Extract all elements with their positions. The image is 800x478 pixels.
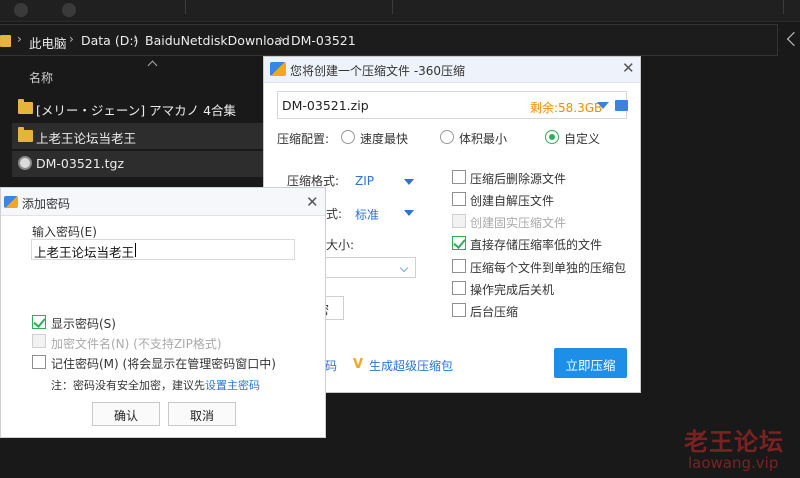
- dialog-header: 您将创建一个压缩文件 -360压缩 ✕: [264, 57, 640, 83]
- file-name: [メリー・ジェーン] アマカノ 4合集: [36, 103, 237, 118]
- start-compress-label: 立即压缩: [565, 358, 616, 373]
- option-label: 创建固实压缩文件: [470, 216, 567, 230]
- chevron-down-icon[interactable]: [404, 179, 414, 185]
- option-label[interactable]: 直接存储压缩率低的文件: [470, 236, 602, 253]
- chevron-right-icon: ›: [17, 32, 22, 46]
- file-row[interactable]: DM-03521.tgz: [12, 151, 264, 177]
- security-note: 注：密码没有安全加密，建议先设置主密码: [51, 377, 260, 393]
- option-checkbox: [452, 214, 466, 228]
- app-logo-icon: [4, 196, 18, 208]
- ok-button-label: 确认: [113, 409, 138, 423]
- config-label: 压缩配置:: [277, 132, 330, 146]
- sort-up-icon: [147, 60, 158, 71]
- password-input[interactable]: 上老王论坛当老王: [31, 239, 295, 260]
- chevron-down-icon: [399, 263, 409, 273]
- level-label: 式:: [326, 207, 343, 221]
- folder-browse-icon[interactable]: [615, 100, 628, 111]
- chevron-down-icon[interactable]: [404, 210, 414, 216]
- password-dialog: 添加密码 ✕ 输入密码(E) 上老王论坛当老王 显示密码(S) 加密文件名(N)…: [0, 187, 326, 438]
- option-label[interactable]: 压缩每个文件到单独的压缩包: [470, 259, 626, 276]
- encrypt-names-checkbox: [32, 334, 46, 348]
- divider: [783, 0, 784, 14]
- preset-smallest-label[interactable]: 体积最小: [459, 130, 507, 147]
- preset-custom-radio[interactable]: [545, 130, 559, 144]
- show-password-label[interactable]: 显示密码(S): [51, 315, 116, 332]
- breadcrumb-item[interactable]: BaiduNetdiskDownload: [145, 33, 290, 48]
- option-checkbox[interactable]: [452, 236, 466, 250]
- super-compress-icon: V: [353, 357, 364, 372]
- set-master-password-link[interactable]: 设置主密码: [205, 379, 260, 392]
- file-row[interactable]: 上老王论坛当老王: [12, 123, 264, 149]
- archive-name-value: DM-03521.zip: [282, 98, 369, 113]
- breadcrumb-item[interactable]: 此电脑: [29, 33, 67, 52]
- chevron-down-icon[interactable]: [786, 31, 800, 47]
- chevron-right-icon: ›: [279, 32, 284, 46]
- dialog-header: 添加密码 ✕: [1, 188, 325, 216]
- password-input-label: 输入密码(E): [32, 225, 97, 239]
- option-checkbox[interactable]: [452, 192, 466, 206]
- encrypt-names-label: 加密文件名(N) (不支持ZIP格式): [51, 337, 222, 351]
- super-compress-link[interactable]: 生成超级压缩包: [369, 357, 453, 374]
- chevron-right-icon: ›: [133, 32, 138, 46]
- explorer-toolbar: [0, 0, 800, 22]
- split-size-label: 大小:: [326, 238, 355, 252]
- divider: [392, 0, 393, 14]
- preset-smallest-radio[interactable]: [440, 130, 454, 144]
- remember-password-checkbox[interactable]: [32, 355, 46, 369]
- option-checkbox[interactable]: [452, 259, 466, 273]
- option-label[interactable]: 操作完成后关机: [470, 281, 554, 298]
- archive-icon: [18, 156, 32, 170]
- remember-password-label[interactable]: 记住密码(M) (将会显示在管理密码窗口中): [51, 355, 276, 372]
- chevron-right-icon: ›: [69, 32, 74, 46]
- preset-custom-label[interactable]: 自定义: [564, 130, 600, 147]
- file-name: 上老王论坛当老王: [36, 131, 137, 146]
- password-value: 上老王论坛当老王: [34, 245, 135, 260]
- option-checkbox[interactable]: [452, 170, 466, 184]
- start-compress-button[interactable]: 立即压缩: [554, 348, 627, 378]
- text-caret: [135, 243, 136, 257]
- option-label[interactable]: 压缩后删除源文件: [470, 170, 566, 187]
- divider: [185, 0, 186, 14]
- security-note-text: 注：密码没有安全加密，建议先: [51, 379, 205, 392]
- preset-fastest-label[interactable]: 速度最快: [360, 130, 408, 147]
- file-row[interactable]: [メリー・ジェーン] アマカノ 4合集: [12, 95, 264, 121]
- folder-icon: [18, 99, 33, 114]
- close-icon[interactable]: ✕: [306, 195, 319, 210]
- toolbar-icon[interactable]: [14, 3, 28, 17]
- dialog-title: 您将创建一个压缩文件 -360压缩: [290, 64, 466, 78]
- preset-fastest-radio[interactable]: [341, 130, 355, 144]
- column-header-name[interactable]: 名称: [29, 69, 53, 86]
- app-logo-icon: [270, 62, 286, 76]
- split-size-select[interactable]: [324, 257, 416, 278]
- file-name: DM-03521.tgz: [36, 156, 125, 171]
- password-link[interactable]: 码: [325, 357, 337, 374]
- show-password-checkbox[interactable]: [32, 315, 46, 329]
- toolbar-icon[interactable]: [62, 3, 76, 17]
- format-select[interactable]: ZIP: [355, 174, 374, 188]
- breadcrumb-item[interactable]: DM-03521: [291, 33, 356, 48]
- chevron-down-icon[interactable]: [597, 102, 609, 109]
- dialog-title: 添加密码: [22, 197, 71, 211]
- watermark-title: 老王论坛: [684, 428, 784, 456]
- folder-icon: [18, 127, 33, 142]
- breadcrumb-item[interactable]: Data (D:): [81, 33, 138, 48]
- address-bar[interactable]: › 此电脑 › Data (D:) › BaiduNetdiskDownload…: [0, 24, 778, 56]
- free-space-label: 剩余:58.3GB: [530, 101, 603, 115]
- cancel-button[interactable]: 取消: [168, 402, 236, 426]
- cancel-button-label: 取消: [189, 409, 214, 423]
- ok-button[interactable]: 确认: [92, 402, 160, 426]
- folder-icon: [0, 35, 11, 47]
- option-checkbox[interactable]: [452, 303, 466, 317]
- level-select[interactable]: 标准: [355, 206, 379, 223]
- watermark-url: laowang.vip: [688, 454, 779, 472]
- option-label[interactable]: 创建自解压文件: [470, 192, 554, 209]
- close-icon[interactable]: ✕: [622, 61, 635, 76]
- option-checkbox[interactable]: [452, 281, 466, 295]
- option-label[interactable]: 后台压缩: [470, 303, 518, 320]
- archive-name-field[interactable]: DM-03521.zip 剩余:58.3GB: [277, 91, 628, 119]
